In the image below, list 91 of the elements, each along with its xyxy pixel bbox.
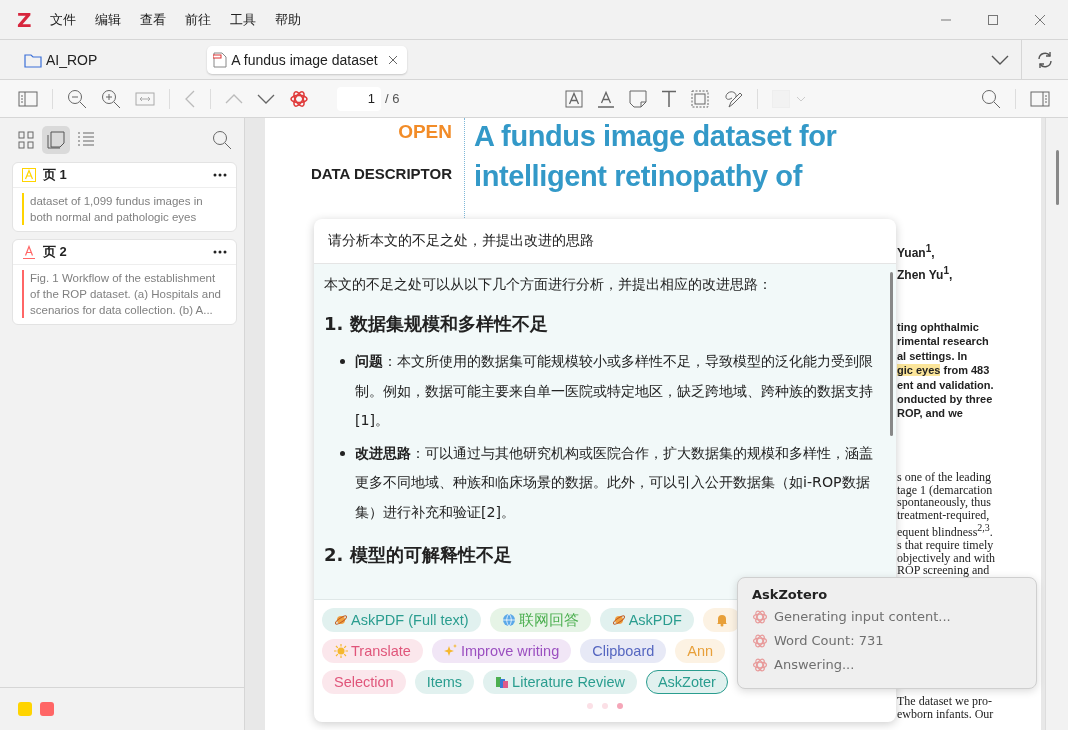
- status-text: Answering...: [774, 657, 855, 672]
- abstract-text: onducted by three: [897, 392, 994, 407]
- planet-icon: [334, 613, 348, 627]
- color-picker[interactable]: [772, 89, 807, 108]
- toast-title: AskZotero: [752, 587, 829, 602]
- zoom-out-icon[interactable]: [67, 88, 87, 109]
- abstract-text: al settings. In: [897, 348, 969, 364]
- abstract-text: ROP, and we: [897, 406, 964, 421]
- body-text: The dataset we pro-: [897, 695, 993, 708]
- answer-paragraph: 本文的不足之处可以从以下几个方面进行分析，并提出相应的改进思路：: [324, 275, 773, 294]
- body-text: s that require timely: [897, 538, 995, 552]
- more-icon[interactable]: [213, 250, 227, 254]
- area-select-icon[interactable]: [691, 89, 710, 108]
- books-icon: [495, 675, 510, 689]
- text-tool-icon[interactable]: [661, 89, 678, 108]
- maximize-icon[interactable]: [987, 13, 999, 26]
- menu-item[interactable]: 编辑: [94, 10, 121, 29]
- chevron-down-icon[interactable]: [991, 54, 1009, 65]
- annotation-page: 页 1: [43, 166, 67, 184]
- annotation-card[interactable]: 页 2 Fig. 1 Workflow of the establishment of the ROP dataset. (a) Hospitals and scenarios for data collection. (b) A...: [12, 239, 237, 325]
- context-pane-toggle-icon[interactable]: [1030, 90, 1050, 107]
- color-swatch[interactable]: [40, 702, 54, 716]
- abstract-text: ting ophthalmic: [897, 320, 980, 335]
- next-page-icon[interactable]: [257, 92, 275, 105]
- body-text: s one of the leading: [897, 470, 992, 484]
- sun-icon: [334, 644, 348, 658]
- app-logo: Z: [17, 7, 32, 32]
- draw-tool-icon[interactable]: [723, 89, 744, 108]
- fit-width-icon[interactable]: [135, 90, 155, 107]
- open-label: OPEN: [398, 121, 452, 143]
- color-swatch[interactable]: [18, 702, 32, 716]
- page-number-field[interactable]: 1: [337, 86, 381, 111]
- body-text: treatment-required,: [897, 509, 991, 523]
- search-icon[interactable]: [212, 130, 232, 150]
- prompt-chip[interactable]: Improve writing: [431, 639, 572, 663]
- annotation-text: Fig. 1 Workflow of the establishment of the ROP dataset. (a) Hospitals and scenarios for data collection. (b) A...: [30, 271, 222, 318]
- sparkles-icon: [443, 644, 458, 658]
- status-text: Word Count: 731: [774, 633, 884, 648]
- menu-item[interactable]: 帮助: [274, 10, 301, 29]
- abstract-text: ent and validation.: [897, 377, 995, 393]
- note-tool-icon[interactable]: [629, 89, 648, 108]
- scrollbar-thumb[interactable]: [1056, 150, 1059, 205]
- body-text: tage 1 (demarcation: [897, 483, 994, 497]
- more-icon[interactable]: [213, 173, 227, 177]
- tab[interactable]: A fundus image dataset: [207, 45, 407, 74]
- answer-list-item: 问题：本文所使用的数据集可能规模较小或多样性不足，导致模型的泛化能力受到限制。例如，数据可能主要来自单一医院或特定地区，缺乏跨地域、跨种族的数据支持[1]。: [355, 352, 874, 430]
- planet-icon: [611, 613, 626, 627]
- underline-tool-icon[interactable]: [597, 89, 616, 108]
- menu-item[interactable]: 工具: [229, 10, 256, 29]
- answer-heading: 1. 数据集规模和多样性不足: [324, 312, 549, 336]
- body-text: ewborn infants. Our: [897, 708, 995, 721]
- search-icon[interactable]: [981, 88, 1001, 109]
- menu-item[interactable]: 文件: [49, 10, 76, 29]
- menu-item[interactable]: 查看: [139, 10, 166, 29]
- answer-heading: 2. 模型的可解释性不足: [324, 543, 513, 567]
- menu-item[interactable]: 前往: [184, 10, 211, 29]
- author-text: Zhen Yu$^{1}$,: [897, 264, 954, 284]
- annotation-card[interactable]: 页 1 dataset of 1,099 fundus images in both normal and pathologic eyes: [12, 162, 237, 232]
- annotations-view-button[interactable]: [42, 126, 70, 154]
- sidebar-toggle-icon[interactable]: [18, 90, 38, 107]
- highlight-tool-icon[interactable]: [565, 89, 584, 108]
- status-text: Generating input content...: [774, 609, 951, 624]
- list-icon: [77, 132, 95, 148]
- sync-icon[interactable]: [1036, 50, 1054, 69]
- close-icon[interactable]: [1034, 13, 1046, 26]
- caret-icon: [796, 95, 807, 102]
- folder-icon: [24, 51, 42, 68]
- page-dot[interactable]: [587, 703, 593, 709]
- zoom-in-icon[interactable]: [101, 88, 121, 109]
- body-text: equent blindness$^{2,3}$.: [897, 522, 994, 539]
- grid-icon: [18, 131, 34, 149]
- answer-list-item: 改进思路：可以通过与其他研究机构或医院合作，扩大数据集的规模和多样性，涵盖更多不同地域、种族和临床场景的数据。此外，可以引入公开数据集（如i-ROP数据集）进行补充和验证[2]。: [355, 443, 874, 522]
- notes-icon: [47, 131, 65, 149]
- annotation-page: 页 2: [43, 243, 67, 261]
- body-text: spontaneously, thus: [897, 496, 991, 510]
- abstract-text: gic eyes from 483: [897, 363, 991, 378]
- prompt-chip[interactable]: Clipboard: [580, 639, 667, 663]
- page-count: / 6: [385, 91, 400, 106]
- scrollbar-thumb[interactable]: [890, 272, 893, 436]
- section-label: DATA DESCRIPTOR: [310, 165, 452, 182]
- abstract-text: rimental research: [897, 334, 990, 349]
- pdf-icon: [213, 51, 228, 68]
- body-text: ROP screening and: [897, 564, 991, 578]
- annotation-text: dataset of 1,099 fundus images in both normal and pathologic eyes: [30, 194, 204, 225]
- author-text: Yuan$^{1}$,: [897, 242, 936, 262]
- page-dot[interactable]: [602, 703, 608, 709]
- page-dot[interactable]: [617, 703, 623, 709]
- tab[interactable]: AI_ROP: [20, 45, 106, 74]
- globe-icon: [501, 613, 516, 627]
- body-text: objectively and with: [897, 551, 996, 565]
- close-tab-icon[interactable]: [387, 54, 398, 65]
